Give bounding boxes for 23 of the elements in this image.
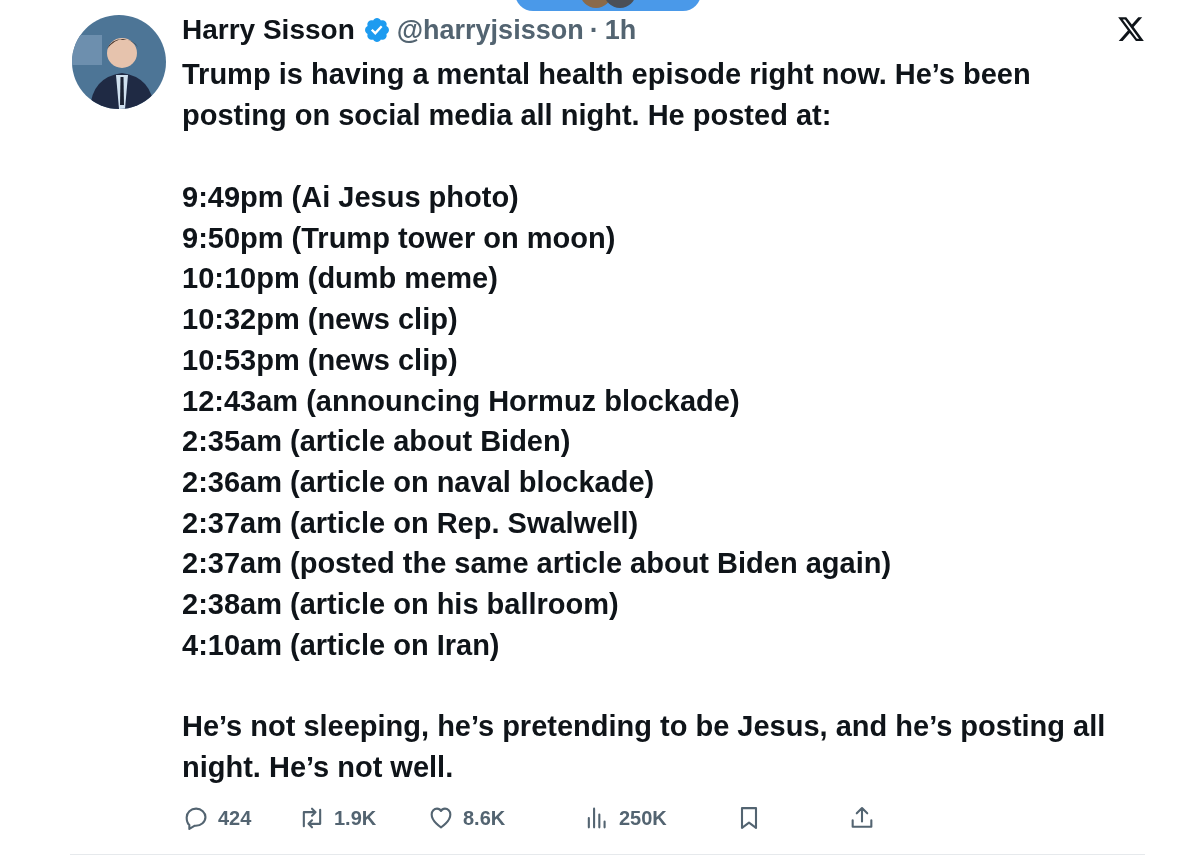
timeline-entry: 2:35am (article about Biden)	[182, 424, 572, 460]
timeline-entry: 2:37am (posted the same article about Biden again)	[182, 546, 893, 582]
separator-dot: ·	[589, 16, 599, 44]
timeline-entry: 10:32pm (news clip)	[182, 302, 459, 338]
action-count: 250K	[619, 806, 667, 832]
user-handle[interactable]: @harryjsisson	[396, 16, 584, 44]
author-name[interactable]: Harry Sisson	[182, 16, 355, 44]
timeline-entry: 10:10pm (dumb meme)	[182, 261, 499, 297]
timeline-entry: 2:37am (article on Rep. Swalwell)	[182, 505, 640, 541]
post-time[interactable]: 1h	[604, 16, 637, 44]
action-count: 424	[218, 806, 252, 832]
x-logo-icon[interactable]	[1117, 17, 1145, 43]
action-count: 1.9K	[334, 806, 377, 832]
timeline-entry: 10:53pm (news clip)	[182, 342, 459, 378]
post-text: Trump is having a mental health episode right now. He’s been posting on social media all night. He posted at:	[182, 57, 1032, 133]
action-count: 8.6K	[463, 806, 506, 832]
timeline-entry: 9:50pm (Trump tower on moon)	[182, 220, 617, 256]
timeline-entry: 9:49pm (Ai Jesus photo)	[182, 180, 520, 215]
timeline-entry: 2:38am (article on his ballroom)	[182, 587, 620, 623]
timeline-entry: 4:10am (article on Iran)	[182, 627, 501, 663]
timeline-entry: 2:36am (article on naval blockade)	[182, 464, 656, 500]
post-text: He’s not sleeping, he’s pretending to be Jesus, and he’s posting all night. He’s not well.	[182, 709, 1107, 786]
timeline-entry: 12:43am (announcing Hormuz blockade)	[182, 383, 741, 419]
